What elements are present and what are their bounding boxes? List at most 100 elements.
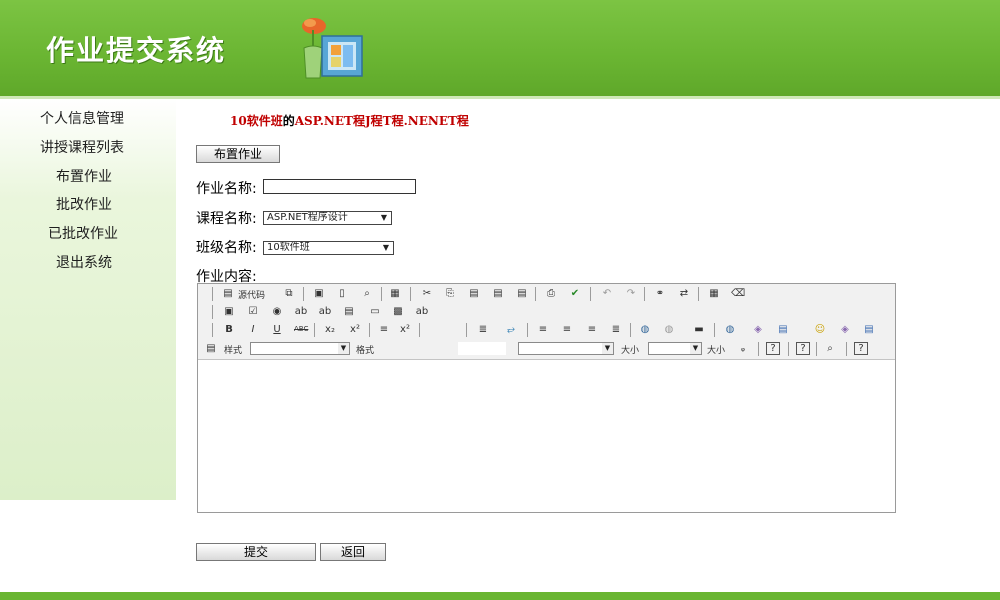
replace-icon[interactable]: ⇄ (677, 287, 691, 300)
align-left-icon[interactable]: ≡ (536, 323, 550, 336)
indent-icon[interactable]: ≣ (476, 323, 490, 336)
homework-name-input[interactable] (263, 179, 416, 194)
toolbar-separator (816, 342, 817, 356)
print-preview-icon[interactable]: ⌕ (360, 287, 374, 300)
style-icon: ▤ (206, 343, 216, 354)
toolbar-separator (698, 287, 699, 301)
insert-flash-icon[interactable]: ◈ (838, 323, 852, 336)
paste-word-icon[interactable]: ▤ (515, 287, 529, 300)
unlink-icon[interactable]: ◍ (662, 323, 676, 336)
horizontal-rule-icon[interactable]: ▬ (692, 323, 706, 336)
image-button-icon[interactable]: ▩ (391, 305, 405, 318)
font-select[interactable]: ▼ (518, 342, 614, 355)
template-icon[interactable]: ▦ (388, 287, 402, 300)
chevron-down-icon: ▼ (380, 213, 388, 222)
underline-icon[interactable]: U (270, 323, 284, 336)
toolbar-separator (212, 305, 213, 319)
paste-text-icon[interactable]: ▤ (491, 287, 505, 300)
source-code-icon[interactable]: ▤ (221, 287, 235, 300)
form-icon[interactable]: ▣ (222, 305, 236, 318)
toolbar-separator (714, 323, 715, 337)
unordered-list-icon[interactable]: x² (398, 323, 412, 336)
cut-icon[interactable]: ✂ (420, 287, 434, 300)
toolbar-separator (466, 323, 467, 337)
chevron-down-icon: ▼ (338, 343, 349, 354)
save-icon[interactable]: ▣ (312, 287, 326, 300)
ordered-list-icon[interactable]: ≡ (377, 323, 391, 336)
select-field-icon[interactable]: ▤ (342, 305, 356, 318)
help-icon[interactable]: ? (854, 342, 868, 355)
assign-homework-button[interactable]: 布置作业 (196, 145, 280, 163)
editor-content-area[interactable] (198, 360, 895, 512)
bold-icon[interactable]: B (222, 323, 236, 336)
toolbar-separator (314, 323, 315, 337)
style-select[interactable]: ▼ (250, 342, 350, 355)
anchor-icon[interactable]: ◍ (723, 323, 737, 336)
chevron-down-icon: ▼ (690, 343, 701, 354)
smiley-icon[interactable]: ☺ (813, 323, 827, 336)
course-select[interactable]: ASP.NET程序设计 ▼ (263, 211, 392, 225)
align-justify-icon[interactable]: ≣ (609, 323, 623, 336)
size-label-1: 大小 (621, 346, 640, 356)
course-name-text: ASP.NET程J程T程.NENET程 (294, 114, 469, 128)
text-field-icon[interactable]: ab (294, 305, 308, 318)
insert-table-icon[interactable]: ▤ (776, 323, 790, 336)
sidebar-item-assign-homework[interactable]: 布置作业 (56, 166, 112, 186)
source-code-label[interactable]: 源代码 (238, 288, 265, 301)
undo-icon[interactable]: ↶ (600, 287, 614, 300)
copy-icon[interactable]: ⎘ (443, 287, 457, 300)
sidebar-item-course-list[interactable]: 讲授课程列表 (40, 137, 124, 157)
course-select-value: ASP.NET程序设计 (267, 212, 348, 223)
spellcheck-icon[interactable]: ✔ (568, 287, 582, 300)
toolbar-separator (630, 323, 631, 337)
superscript-icon[interactable]: x² (348, 323, 362, 336)
link-icon[interactable]: ⥂ (504, 323, 518, 336)
sidebar-item-graded-homework[interactable]: 已批改作业 (48, 223, 118, 243)
toolbar-separator (758, 342, 759, 356)
zoom-icon[interactable]: ⌕ (823, 342, 837, 355)
sidebar-item-logout[interactable]: 退出系统 (56, 252, 112, 272)
homework-name-label: 作业名称: (196, 181, 257, 197)
class-select-value: 10软件班 (267, 242, 310, 253)
toolbar-separator (369, 323, 370, 337)
help-icon[interactable]: ? (766, 342, 780, 355)
globe-link-icon[interactable]: ◍ (638, 323, 652, 336)
find-icon[interactable]: ⚭ (653, 287, 667, 300)
hidden-field-icon[interactable]: ab (415, 305, 429, 318)
insert-special-icon[interactable]: ▤ (862, 323, 876, 336)
subscript-icon[interactable]: x₂ (323, 323, 337, 336)
select-all-icon[interactable]: ▦ (707, 287, 721, 300)
toolbar-row-3: B I U ABC x₂ x² ≡ x² ≣ ⥂ ≡ ≡ ≡ ≣ ◍ ◍ ▬ ◍… (198, 321, 895, 339)
textarea-icon[interactable]: ab (318, 305, 332, 318)
italic-icon[interactable]: I (246, 323, 260, 336)
help-icon[interactable]: ? (796, 342, 810, 355)
class-select[interactable]: 10软件班 ▼ (263, 241, 394, 255)
toolbar-separator (527, 323, 528, 337)
sidebar-item-grade-homework[interactable]: 批改作业 (56, 194, 112, 214)
format-select[interactable] (458, 342, 506, 355)
toolbar-row-2: ▣ ☑ ◉ ab ab ▤ ▭ ▩ ab (198, 303, 895, 321)
text-color-icon[interactable]: ᵩ (736, 342, 750, 355)
align-right-icon[interactable]: ≡ (585, 323, 599, 336)
button-field-icon[interactable]: ▭ (368, 305, 382, 318)
insert-image-icon[interactable]: ◈ (751, 323, 765, 336)
size-select[interactable]: ▼ (648, 342, 702, 355)
checkbox-icon[interactable]: ☑ (246, 305, 260, 318)
radio-icon[interactable]: ◉ (270, 305, 284, 318)
toolbar-separator (788, 342, 789, 356)
redo-icon[interactable]: ↷ (624, 287, 638, 300)
class-name-text: 10软件班 (230, 114, 283, 128)
remove-format-icon[interactable]: ⌫ (731, 287, 745, 300)
sidebar-item-profile[interactable]: 个人信息管理 (40, 108, 124, 128)
toolbar-separator (590, 287, 591, 301)
preview-icon[interactable]: ⧉ (282, 287, 296, 300)
back-button[interactable]: 返回 (320, 543, 386, 561)
print-icon[interactable]: ⎙ (544, 287, 558, 300)
toolbar-row-4: ▤ 样式 ▼ 格式 ▼ 大小 ▼ 大小 ᵩ ? ? ⌕ ? (198, 340, 895, 358)
toolbar-separator (535, 287, 536, 301)
strikethrough-icon[interactable]: ABC (294, 323, 308, 336)
new-document-icon[interactable]: ▯ (335, 287, 349, 300)
align-center-icon[interactable]: ≡ (560, 323, 574, 336)
submit-button[interactable]: 提交 (196, 543, 316, 561)
paste-icon[interactable]: ▤ (467, 287, 481, 300)
